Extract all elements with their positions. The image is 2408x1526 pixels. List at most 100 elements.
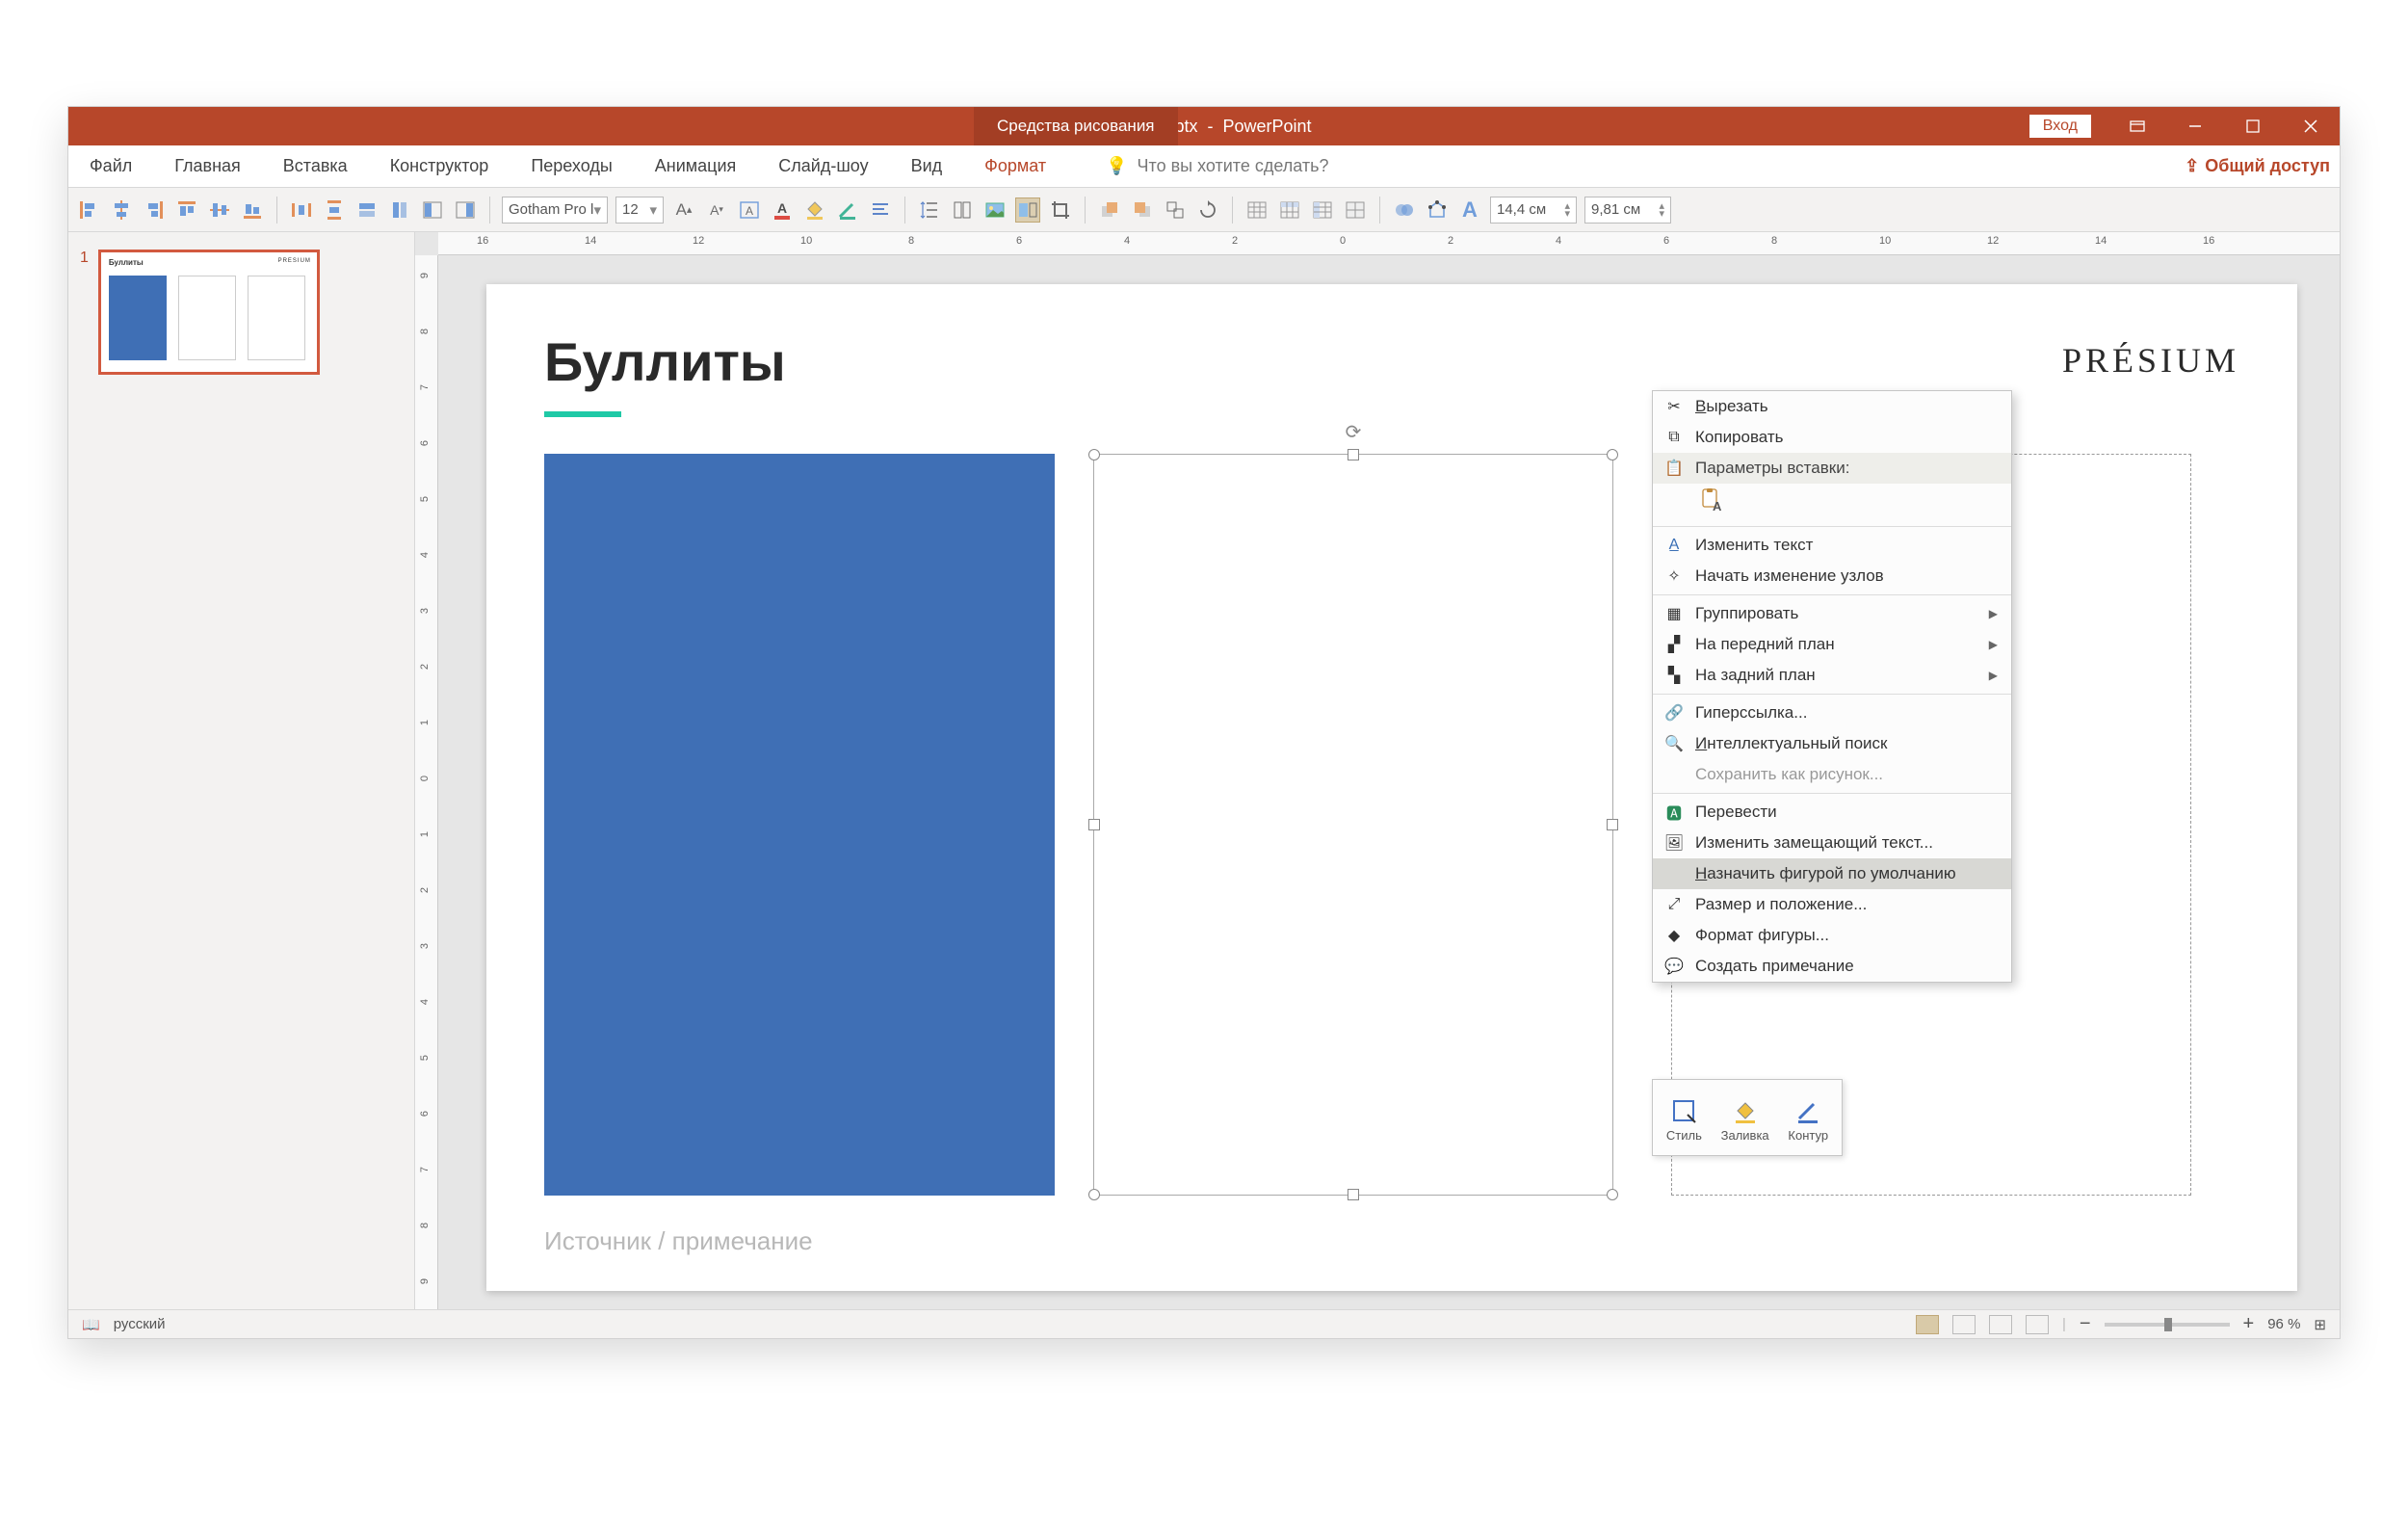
share-button[interactable]: ⇪ Общий доступ — [2185, 145, 2330, 187]
cm-alt-text[interactable]: 🖼Изменить замещающий текст... — [1653, 828, 2011, 858]
align-right-icon[interactable] — [142, 197, 167, 223]
send-backward-icon[interactable] — [1130, 197, 1155, 223]
language-label[interactable]: русский — [114, 1316, 166, 1332]
resize-handle[interactable] — [1088, 819, 1100, 830]
blue-rectangle-shape[interactable] — [544, 454, 1055, 1196]
resize-handle[interactable] — [1348, 449, 1359, 460]
rotate-handle-icon[interactable]: ⟳ — [1346, 420, 1362, 444]
columns-icon[interactable] — [950, 197, 975, 223]
vertical-ruler[interactable]: 9876543210123456789 — [415, 255, 438, 1309]
slide-title[interactable]: Буллиты — [544, 330, 786, 393]
spellcheck-icon[interactable]: 📖 — [82, 1316, 100, 1333]
distribute-h-icon[interactable] — [289, 197, 314, 223]
table-icon-3[interactable] — [1310, 197, 1335, 223]
cm-bring-to-front[interactable]: ▞На передний план▶ — [1653, 629, 2011, 660]
collapse-ribbon-icon[interactable] — [2307, 197, 2332, 223]
spinner-icon[interactable]: ▴▾ — [1659, 202, 1664, 218]
sorter-view-button[interactable] — [1952, 1315, 1976, 1334]
picture-icon[interactable] — [982, 197, 1008, 223]
text-fit-icon[interactable]: A — [737, 197, 762, 223]
align-left-icon[interactable] — [76, 197, 101, 223]
increase-font-icon[interactable]: A▴ — [671, 197, 696, 223]
mini-outline-button[interactable]: Контур — [1788, 1097, 1828, 1143]
tell-me[interactable]: 💡 Что вы хотите сделать? — [1106, 145, 1328, 187]
table-icon-1[interactable] — [1244, 197, 1269, 223]
tab-design[interactable]: Конструктор — [369, 145, 510, 187]
zoom-slider[interactable] — [2105, 1323, 2230, 1327]
drawing-tools-tab[interactable]: Средства рисования — [974, 107, 1178, 145]
decrease-font-icon[interactable]: A▾ — [704, 197, 729, 223]
close-icon[interactable] — [2282, 107, 2340, 145]
distribute-v-icon[interactable] — [322, 197, 347, 223]
dock-right-icon[interactable] — [453, 197, 478, 223]
slide-canvas[interactable]: Буллиты PRÉSIUM ⟳ — [438, 255, 2340, 1309]
align-top-icon[interactable] — [174, 197, 199, 223]
text-align-icon[interactable] — [868, 197, 893, 223]
zoom-in-button[interactable]: + — [2243, 1313, 2255, 1335]
align-middle-icon[interactable] — [207, 197, 232, 223]
slide[interactable]: Буллиты PRÉSIUM ⟳ — [486, 284, 2297, 1291]
same-height-icon[interactable] — [387, 197, 412, 223]
cm-new-comment[interactable]: 💬Создать примечание — [1653, 951, 2011, 982]
bring-forward-icon[interactable] — [1097, 197, 1122, 223]
rotate-icon[interactable] — [1195, 197, 1220, 223]
shape-height-input[interactable]: 14,4 см▴▾ — [1490, 197, 1577, 224]
cm-format-shape[interactable]: ◆Формат фигуры... — [1653, 920, 2011, 951]
tab-insert[interactable]: Вставка — [262, 145, 369, 187]
horizontal-ruler[interactable]: 1614121086420246810121416 — [438, 232, 2340, 255]
crop-icon[interactable] — [1048, 197, 1073, 223]
cm-hyperlink[interactable]: 🔗Гиперссылка... — [1653, 697, 2011, 728]
reading-view-button[interactable] — [1989, 1315, 2012, 1334]
dock-left-icon[interactable] — [420, 197, 445, 223]
picture-layout-icon[interactable] — [1015, 197, 1040, 223]
group-icon[interactable] — [1163, 197, 1188, 223]
slide-thumbnail-panel[interactable]: 1 Буллиты PRESIUM — [68, 232, 415, 1309]
align-bottom-icon[interactable] — [240, 197, 265, 223]
spinner-icon[interactable]: ▴▾ — [1564, 202, 1570, 218]
mini-style-button[interactable]: Стиль — [1666, 1097, 1702, 1143]
normal-view-button[interactable] — [1916, 1315, 1939, 1334]
resize-handle[interactable] — [1607, 449, 1618, 460]
minimize-icon[interactable] — [2166, 107, 2224, 145]
tab-file[interactable]: Файл — [68, 145, 153, 187]
zoom-knob[interactable] — [2164, 1318, 2172, 1331]
spacing-icon[interactable] — [917, 197, 942, 223]
selected-placeholder[interactable]: ⟳ — [1093, 454, 1613, 1196]
fit-to-window-button[interactable]: ⊞ — [2314, 1316, 2326, 1333]
shape-fill-icon[interactable] — [802, 197, 827, 223]
zoom-out-button[interactable]: − — [2080, 1313, 2091, 1335]
font-size-select[interactable]: 12▾ — [615, 197, 664, 224]
cm-edit-points[interactable]: ✧Начать изменение узлов — [1653, 561, 2011, 592]
text-effects-icon[interactable]: A — [1457, 197, 1482, 223]
table-icon-4[interactable] — [1343, 197, 1368, 223]
cm-set-default-shape[interactable]: Назначить фигурой по умолчанию — [1653, 858, 2011, 889]
tab-transitions[interactable]: Переходы — [510, 145, 633, 187]
cm-smart-lookup[interactable]: 🔍Интеллектуальный поиск — [1653, 728, 2011, 759]
cm-translate[interactable]: 🅰Перевести — [1653, 797, 2011, 828]
table-icon-2[interactable] — [1277, 197, 1302, 223]
tab-slideshow[interactable]: Слайд-шоу — [757, 145, 889, 187]
cm-send-to-back[interactable]: ▚На задний план▶ — [1653, 660, 2011, 691]
ribbon-display-icon[interactable] — [2108, 107, 2166, 145]
resize-handle[interactable] — [1607, 819, 1618, 830]
zoom-value[interactable]: 96 % — [2267, 1316, 2300, 1332]
resize-handle[interactable] — [1348, 1189, 1359, 1200]
shape-width-input[interactable]: 9,81 см▴▾ — [1584, 197, 1671, 224]
tab-view[interactable]: Вид — [890, 145, 964, 187]
cm-group[interactable]: ▦Группировать▶ — [1653, 598, 2011, 629]
resize-handle[interactable] — [1088, 1189, 1100, 1200]
same-width-icon[interactable] — [354, 197, 380, 223]
slideshow-view-button[interactable] — [2026, 1315, 2049, 1334]
font-select[interactable]: Gotham Pro l▾ — [502, 197, 608, 224]
align-center-h-icon[interactable] — [109, 197, 134, 223]
login-button[interactable]: Вход — [2029, 115, 2091, 138]
merge-shapes-icon[interactable] — [1392, 197, 1417, 223]
tab-animations[interactable]: Анимация — [634, 145, 758, 187]
cm-size-position[interactable]: ⤢Размер и положение... — [1653, 889, 2011, 920]
source-note[interactable]: Источник / примечание — [544, 1226, 813, 1256]
edit-shape-icon[interactable] — [1425, 197, 1450, 223]
resize-handle[interactable] — [1607, 1189, 1618, 1200]
tab-home[interactable]: Главная — [153, 145, 262, 187]
tab-format[interactable]: Формат — [963, 145, 1067, 187]
slide-thumbnail[interactable]: Буллиты PRESIUM — [98, 250, 320, 375]
